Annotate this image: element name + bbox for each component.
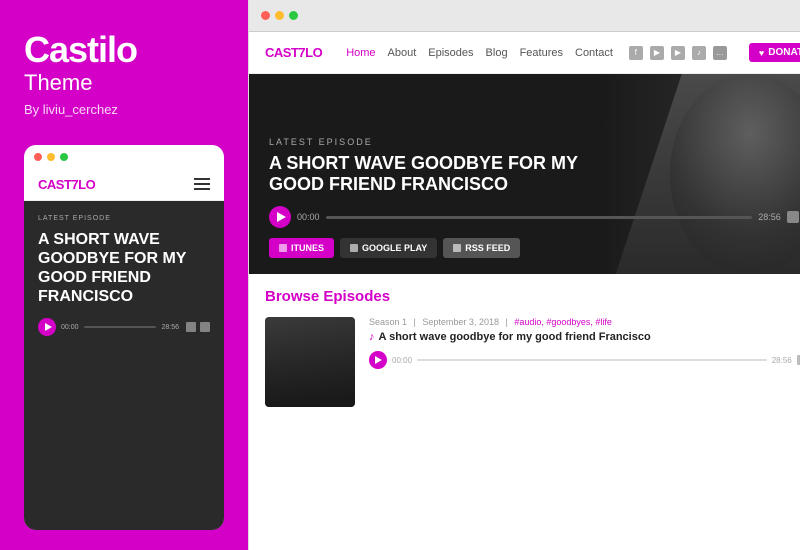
mockup-download-icon [200, 322, 210, 332]
hero-ctrl-icons [787, 211, 800, 223]
rss-icon [453, 244, 461, 252]
mockup-episode-label: LATEST EPISODE [38, 215, 210, 222]
hero-content: LATEST EPISODE A SHORT WAVE GOODBYE FOR … [269, 137, 800, 258]
mockup-ctrl-icons [186, 322, 210, 332]
browser-dot-green [289, 11, 298, 20]
nav-contact[interactable]: Contact [575, 47, 613, 59]
browse-heading: Browse Episodes [265, 288, 800, 305]
mockup-dot-red [34, 153, 42, 161]
browse-content: Season 1 | September 3, 2018 | #audio, #… [265, 317, 800, 407]
hero-section: LATEST EPISODE A SHORT WAVE GOODBYE FOR … [249, 74, 800, 274]
mockup-logo: CAST7LO [38, 177, 95, 192]
hero-play-button[interactable] [269, 206, 291, 228]
nav-social: f ▶ ▶ ♪ … [629, 46, 727, 60]
brand-subtitle: Theme [24, 70, 224, 96]
youtube-icon[interactable]: ▶ [671, 46, 685, 60]
mockup-dot-yellow [47, 153, 55, 161]
browser-chrome [249, 0, 800, 32]
mockup-time-start: 00:00 [61, 324, 79, 331]
mini-player: 00:00 28:56 [369, 351, 800, 369]
google-play-button[interactable]: GOOGLE PLAY [340, 238, 437, 258]
mini-progress-bar[interactable] [417, 359, 767, 361]
nav-links: Home About Episodes Blog Features Contac… [346, 47, 613, 59]
podcast-icon[interactable]: ▶ [650, 46, 664, 60]
donate-button[interactable]: ♥ DONATE [749, 43, 800, 62]
thumb-overlay [265, 317, 355, 407]
hero-player: 00:00 28:56 [269, 206, 800, 228]
hero-volume-icon[interactable] [787, 211, 799, 223]
nav-home[interactable]: Home [346, 47, 375, 59]
hero-episode-label: LATEST EPISODE [269, 137, 800, 147]
site-logo: CAST7LO [265, 45, 322, 60]
brand-author: By liviu_cerchez [24, 102, 224, 117]
mockup-dot-green [60, 153, 68, 161]
mockup-progress-bar [84, 326, 157, 328]
hero-time-start: 00:00 [297, 212, 320, 222]
browse-meta: Season 1 | September 3, 2018 | #audio, #… [369, 317, 800, 327]
nav-blog[interactable]: Blog [486, 47, 508, 59]
browse-section: Browse Episodes Season 1 | September 3, … [249, 274, 800, 550]
left-panel: Castilo Theme By liviu_cerchez CAST7LO L… [0, 0, 248, 550]
right-panel: CAST7LO Home About Episodes Blog Feature… [248, 0, 800, 550]
mobile-mockup: CAST7LO LATEST EPISODE A SHORT WAVE GOOD… [24, 145, 224, 530]
mini-play-button[interactable] [369, 351, 387, 369]
facebook-icon[interactable]: f [629, 46, 643, 60]
itunes-button[interactable]: ITUNES [269, 238, 334, 258]
more-icon[interactable]: … [713, 46, 727, 60]
rss-button[interactable]: RSS FEED [443, 238, 520, 258]
mini-time-end: 28:56 [772, 356, 792, 365]
mockup-episode-title: A SHORT WAVE GOODBYE FOR MY GOOD FRIEND … [38, 230, 210, 307]
hero-time-end: 28:56 [758, 212, 781, 222]
google-play-icon [350, 244, 358, 252]
hero-progress-bar[interactable] [326, 216, 753, 219]
mini-time-start: 00:00 [392, 356, 412, 365]
nav-episodes[interactable]: Episodes [428, 47, 473, 59]
mockup-volume-icon [186, 322, 196, 332]
browse-thumbnail [265, 317, 355, 407]
browser-dot-red [261, 11, 270, 20]
browse-info: Season 1 | September 3, 2018 | #audio, #… [369, 317, 800, 407]
hero-episode-title: A SHORT WAVE GOODBYE FOR MY GOOD FRIEND … [269, 153, 589, 196]
donate-icon: ♥ [759, 48, 764, 58]
hamburger-icon[interactable] [194, 178, 210, 190]
mockup-nav: CAST7LO [24, 169, 224, 201]
mockup-player: 00:00 28:56 [38, 318, 210, 336]
brand-title: Castilo [24, 30, 224, 70]
browser-dot-yellow [275, 11, 284, 20]
mockup-time-end: 28:56 [161, 324, 179, 331]
mockup-titlebar [24, 145, 224, 169]
hero-buttons: ITUNES GOOGLE PLAY RSS FEED [269, 238, 800, 258]
browse-episode-title: ♪ A short wave goodbye for my good frien… [369, 331, 800, 343]
mockup-play-button[interactable] [38, 318, 56, 336]
nav-about[interactable]: About [388, 47, 417, 59]
apple-icon [279, 244, 287, 252]
site-nav: CAST7LO Home About Episodes Blog Feature… [249, 32, 800, 74]
nav-features[interactable]: Features [520, 47, 563, 59]
spotify-icon[interactable]: ♪ [692, 46, 706, 60]
mockup-hero: LATEST EPISODE A SHORT WAVE GOODBYE FOR … [24, 201, 224, 530]
